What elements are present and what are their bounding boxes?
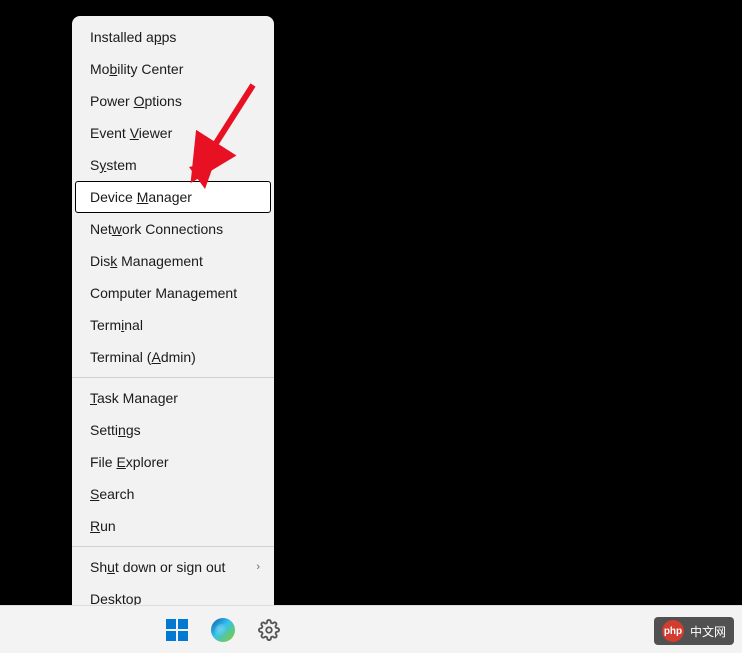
- watermark: php 中文网: [654, 617, 734, 645]
- menu-item-label: Installed apps: [90, 29, 176, 45]
- menu-event-viewer[interactable]: Event Viewer: [75, 117, 271, 149]
- menu-item-label: Settings: [90, 422, 141, 438]
- settings-taskbar-button[interactable]: [250, 611, 288, 649]
- menu-item-label: Run: [90, 518, 116, 534]
- gear-icon: [257, 618, 281, 642]
- menu-network-connections[interactable]: Network Connections: [75, 213, 271, 245]
- menu-system[interactable]: System: [75, 149, 271, 181]
- menu-terminal[interactable]: Terminal: [75, 309, 271, 341]
- edge-icon: [211, 618, 235, 642]
- watermark-text: 中文网: [690, 623, 726, 640]
- winx-context-menu: Installed apps Mobility Center Power Optio…: [72, 16, 274, 620]
- menu-item-label: Terminal (Admin): [90, 349, 196, 365]
- menu-installed-apps[interactable]: Installed apps: [75, 21, 271, 53]
- menu-item-label: Computer Management: [90, 285, 237, 301]
- menu-item-label: Power Options: [90, 93, 182, 109]
- windows-logo-icon: [166, 619, 188, 641]
- menu-task-manager[interactable]: Task Manager: [75, 382, 271, 414]
- menu-settings[interactable]: Settings: [75, 414, 271, 446]
- menu-item-label: Search: [90, 486, 134, 502]
- menu-computer-management[interactable]: Computer Management: [75, 277, 271, 309]
- menu-search[interactable]: Search: [75, 478, 271, 510]
- start-button[interactable]: [158, 611, 196, 649]
- menu-item-label: Event Viewer: [90, 125, 172, 141]
- menu-item-label: Network Connections: [90, 221, 223, 237]
- edge-taskbar-button[interactable]: [204, 611, 242, 649]
- menu-separator: [72, 377, 274, 378]
- menu-item-label: Device Manager: [90, 189, 192, 205]
- menu-item-label: Mobility Center: [90, 61, 183, 77]
- menu-separator: [72, 546, 274, 547]
- menu-item-label: System: [90, 157, 137, 173]
- menu-item-label: Terminal: [90, 317, 143, 333]
- menu-item-label: Task Manager: [90, 390, 178, 406]
- chevron-right-icon: ›: [256, 561, 260, 573]
- menu-shutdown-signout[interactable]: Shut down or sign out ›: [75, 551, 271, 583]
- menu-item-label: File Explorer: [90, 454, 169, 470]
- menu-terminal-admin[interactable]: Terminal (Admin): [75, 341, 271, 373]
- menu-disk-management[interactable]: Disk Management: [75, 245, 271, 277]
- watermark-logo-icon: php: [662, 620, 684, 642]
- menu-file-explorer[interactable]: File Explorer: [75, 446, 271, 478]
- menu-device-manager[interactable]: Device Manager: [75, 181, 271, 213]
- menu-item-label: Shut down or sign out: [90, 559, 225, 575]
- menu-power-options[interactable]: Power Options: [75, 85, 271, 117]
- taskbar: [0, 605, 742, 653]
- menu-run[interactable]: Run: [75, 510, 271, 542]
- menu-mobility-center[interactable]: Mobility Center: [75, 53, 271, 85]
- menu-item-label: Disk Management: [90, 253, 203, 269]
